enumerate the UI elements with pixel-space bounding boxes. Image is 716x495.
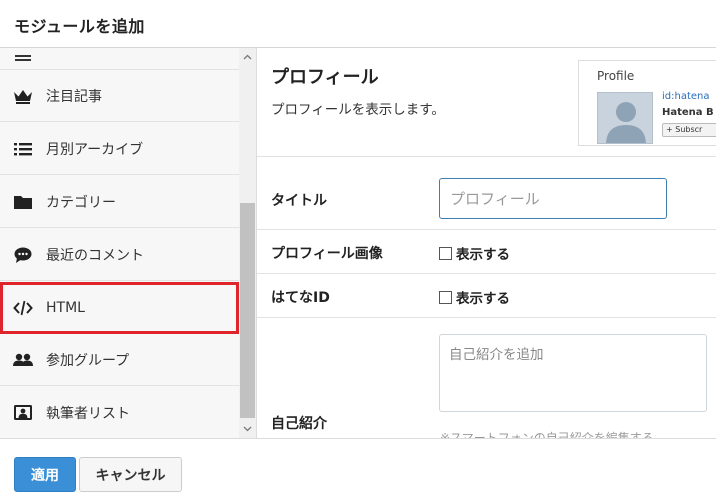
sidebar-item-recent-comments[interactable]: 最近のコメント: [0, 229, 239, 281]
divider: [257, 229, 716, 230]
preview-user-id: id:hatena: [662, 91, 710, 102]
divider: [257, 156, 716, 157]
module-settings-panel: プロフィール プロフィールを表示します。 Profile id:hatena H…: [257, 48, 716, 438]
sidebar-item-label: 月別アーカイブ: [46, 141, 144, 158]
crown-icon: [13, 86, 33, 106]
sidebar-scrollbar[interactable]: [239, 48, 256, 438]
module-title: プロフィール: [271, 67, 379, 88]
profile-image-checkbox[interactable]: 表示する: [439, 243, 510, 263]
checkbox-icon[interactable]: [439, 290, 452, 304]
divider: [257, 317, 716, 318]
checkbox-label: 表示する: [456, 291, 510, 307]
sidebar-item-archive[interactable]: 月別アーカイブ: [0, 123, 239, 175]
module-sidebar: 注目記事 月別アーカイブ カテゴリー 最近のコメント HTML 参加グループ 執…: [0, 48, 257, 438]
cancel-button[interactable]: キャンセル: [79, 457, 182, 492]
author-card-icon: [13, 403, 33, 423]
sidebar-item-groups[interactable]: 参加グループ: [0, 334, 239, 386]
folder-icon: [13, 192, 33, 212]
preview-title: Profile: [597, 69, 635, 83]
scroll-down-icon[interactable]: [239, 420, 256, 437]
sidebar-item-label: カテゴリー: [46, 194, 116, 211]
title-input[interactable]: [439, 178, 667, 219]
profile-image-label: プロフィール画像: [271, 246, 383, 262]
scroll-up-icon[interactable]: [239, 48, 256, 65]
scrollbar-thumb[interactable]: [240, 203, 255, 418]
sidebar-item-category[interactable]: カテゴリー: [0, 176, 239, 228]
bio-label: 自己紹介: [271, 416, 327, 432]
avatar: [597, 92, 653, 144]
sidebar-item-label: HTML: [46, 300, 85, 316]
module-description: プロフィールを表示します。: [271, 102, 445, 118]
sidebar-item-partial[interactable]: [0, 48, 239, 70]
list-icon: [13, 48, 33, 68]
group-icon: [13, 350, 33, 370]
apply-button[interactable]: 適用: [14, 457, 76, 492]
checkbox-icon[interactable]: [439, 246, 452, 260]
sidebar-item-authors[interactable]: 執筆者リスト: [0, 387, 239, 438]
bio-textarea[interactable]: [439, 334, 707, 412]
preview-subscribe-button: + Subscr: [662, 123, 716, 137]
dialog-footer: 適用 キャンセル: [0, 438, 716, 495]
bio-mobile-edit-link[interactable]: ※スマートフォンの自己紹介を編集する: [440, 429, 654, 438]
sidebar-item-label: 執筆者リスト: [46, 405, 130, 422]
code-icon: [13, 298, 33, 318]
profile-preview: Profile id:hatena Hatena B + Subscr: [578, 60, 716, 146]
list-icon: [13, 139, 33, 159]
checkbox-label: 表示する: [456, 247, 510, 263]
title-field-label: タイトル: [271, 193, 327, 209]
sidebar-item-label: 注目記事: [46, 88, 102, 105]
sidebar-item-featured[interactable]: 注目記事: [0, 70, 239, 122]
preview-user-name: Hatena B: [662, 107, 714, 118]
hatena-id-label: はてなID: [271, 290, 330, 306]
divider: [257, 273, 716, 274]
dialog-header: モジュールを追加: [0, 0, 716, 48]
sidebar-item-label: 最近のコメント: [46, 247, 144, 264]
dialog-title: モジュールを追加: [14, 17, 145, 36]
sidebar-item-label: 参加グループ: [46, 352, 130, 369]
sidebar-item-html[interactable]: HTML: [0, 282, 239, 334]
hatena-id-checkbox[interactable]: 表示する: [439, 287, 510, 307]
comment-icon: [13, 245, 33, 265]
